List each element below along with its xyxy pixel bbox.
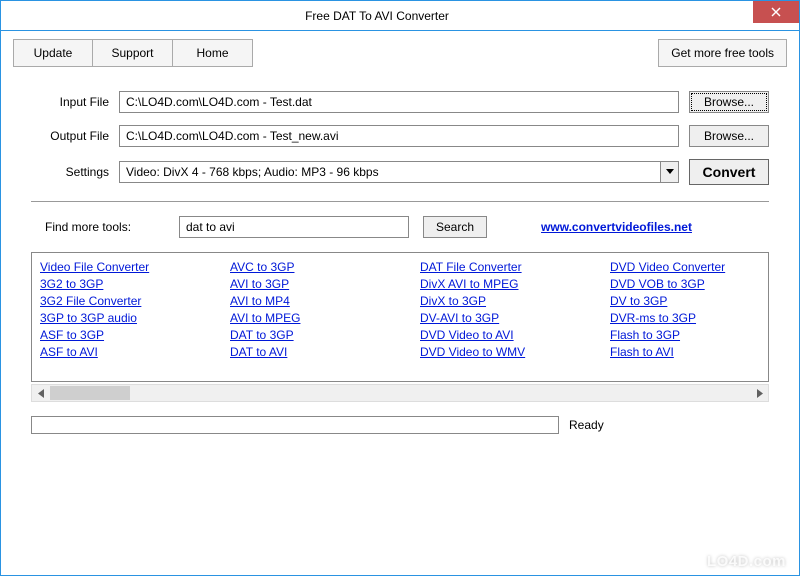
toolbar: Update Support Home Get more free tools: [13, 39, 787, 67]
client-area: Update Support Home Get more free tools …: [1, 31, 799, 575]
search-button[interactable]: Search: [423, 216, 487, 238]
get-more-tools-button[interactable]: Get more free tools: [658, 39, 787, 67]
tools-col-0: Video File Converter 3G2 to 3GP 3G2 File…: [40, 259, 230, 361]
input-file-row: Input File Browse...: [13, 85, 787, 119]
settings-label: Settings: [31, 165, 109, 179]
input-file-label: Input File: [31, 95, 109, 109]
convert-button[interactable]: Convert: [689, 159, 769, 185]
status-text: Ready: [569, 418, 769, 432]
update-button[interactable]: Update: [13, 39, 93, 67]
input-file-field[interactable]: [119, 91, 679, 113]
input-browse-button[interactable]: Browse...: [689, 91, 769, 113]
tool-link[interactable]: DV to 3GP: [610, 293, 769, 310]
status-row: Ready: [31, 416, 769, 434]
tool-link[interactable]: DVD VOB to 3GP: [610, 276, 769, 293]
tools-col-3: DVD Video Converter DVD VOB to 3GP DV to…: [610, 259, 769, 361]
tool-link[interactable]: DVD Video to WMV: [420, 344, 610, 361]
tool-link[interactable]: DivX to 3GP: [420, 293, 610, 310]
close-icon: [771, 7, 781, 17]
tool-link[interactable]: DAT to 3GP: [230, 327, 420, 344]
output-file-field[interactable]: [119, 125, 679, 147]
settings-value: Video: DivX 4 - 768 kbps; Audio: MP3 - 9…: [120, 162, 660, 182]
chevron-down-icon: [660, 162, 678, 182]
tool-link[interactable]: DVR-ms to 3GP: [610, 310, 769, 327]
watermark: LO4D.com: [707, 553, 786, 570]
find-tools-input[interactable]: [179, 216, 409, 238]
tool-link[interactable]: DivX AVI to MPEG: [420, 276, 610, 293]
divider: [31, 201, 769, 202]
tool-link[interactable]: 3G2 File Converter: [40, 293, 230, 310]
output-file-label: Output File: [31, 129, 109, 143]
output-file-row: Output File Browse...: [13, 119, 787, 153]
tool-link[interactable]: AVI to MPEG: [230, 310, 420, 327]
support-button[interactable]: Support: [93, 39, 173, 67]
window-title: Free DAT To AVI Converter: [1, 9, 753, 23]
tool-link[interactable]: DAT to AVI: [230, 344, 420, 361]
tool-link[interactable]: ASF to 3GP: [40, 327, 230, 344]
promo-link[interactable]: www.convertvideofiles.net: [541, 220, 692, 234]
tool-link[interactable]: DAT File Converter: [420, 259, 610, 276]
tools-scrollbar[interactable]: [31, 384, 769, 402]
app-window: Free DAT To AVI Converter Update Support…: [0, 0, 800, 576]
scroll-right-icon[interactable]: [750, 385, 768, 401]
titlebar: Free DAT To AVI Converter: [1, 1, 799, 31]
tool-link[interactable]: Flash to 3GP: [610, 327, 769, 344]
tool-link[interactable]: Video File Converter: [40, 259, 230, 276]
tool-link[interactable]: 3GP to 3GP audio: [40, 310, 230, 327]
toolbar-spacer: [253, 39, 658, 67]
settings-row: Settings Video: DivX 4 - 768 kbps; Audio…: [13, 153, 787, 191]
close-button[interactable]: [753, 1, 799, 23]
settings-select[interactable]: Video: DivX 4 - 768 kbps; Audio: MP3 - 9…: [119, 161, 679, 183]
scroll-thumb[interactable]: [50, 386, 130, 400]
tool-link[interactable]: Flash to AVI: [610, 344, 769, 361]
tool-link[interactable]: AVI to 3GP: [230, 276, 420, 293]
tool-link[interactable]: 3G2 to 3GP: [40, 276, 230, 293]
scroll-track[interactable]: [50, 385, 750, 401]
tools-col-2: DAT File Converter DivX AVI to MPEG DivX…: [420, 259, 610, 361]
tool-link[interactable]: AVI to MP4: [230, 293, 420, 310]
tools-col-1: AVC to 3GP AVI to 3GP AVI to MP4 AVI to …: [230, 259, 420, 361]
tools-list-box: Video File Converter 3G2 to 3GP 3G2 File…: [31, 252, 769, 382]
tool-link[interactable]: DVD Video to AVI: [420, 327, 610, 344]
tools-columns: Video File Converter 3G2 to 3GP 3G2 File…: [40, 259, 760, 361]
find-tools-label: Find more tools:: [45, 220, 165, 234]
scroll-left-icon[interactable]: [32, 385, 50, 401]
tool-link[interactable]: DVD Video Converter: [610, 259, 769, 276]
progress-bar: [31, 416, 559, 434]
output-browse-button[interactable]: Browse...: [689, 125, 769, 147]
tool-link[interactable]: AVC to 3GP: [230, 259, 420, 276]
tool-link[interactable]: DV-AVI to 3GP: [420, 310, 610, 327]
find-tools-row: Find more tools: Search www.convertvideo…: [13, 212, 787, 242]
tool-link[interactable]: ASF to AVI: [40, 344, 230, 361]
home-button[interactable]: Home: [173, 39, 253, 67]
